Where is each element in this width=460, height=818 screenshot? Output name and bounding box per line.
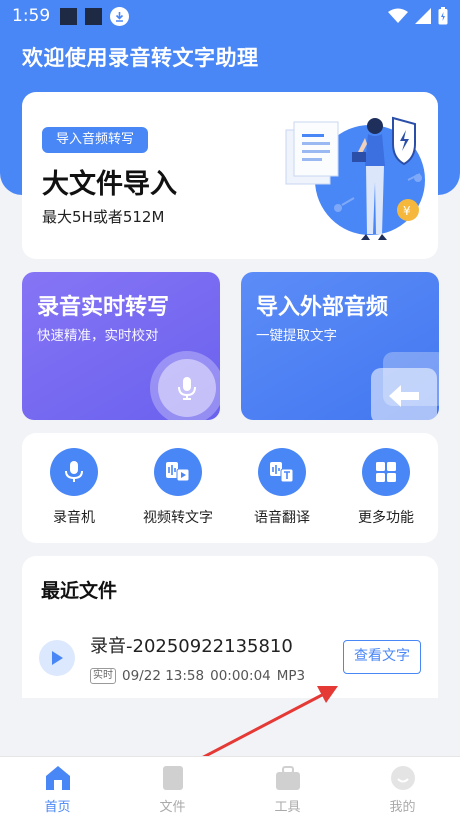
tab-label: 首页: [44, 800, 71, 815]
recent-files-title: 最近文件: [41, 580, 118, 602]
tools-panel: 录音机 视频转文字 语音翻译 更多功能: [22, 433, 438, 543]
tab-label: 文件: [159, 800, 186, 815]
voice-translate-icon: [258, 448, 306, 496]
tab-tools[interactable]: 工具: [230, 757, 345, 818]
tab-label: 工具: [274, 800, 301, 815]
import-external-subtitle: 一键提取文字: [256, 328, 337, 344]
recent-files-section: 最近文件 录音-20250922135810 实时 09/22 13:58 00…: [22, 556, 438, 698]
large-file-import-card[interactable]: 导入音频转写 大文件导入 最大5H或者512M ¥: [22, 92, 438, 259]
status-bar: 1:59: [0, 0, 460, 32]
import-audio-chip[interactable]: 导入音频转写: [42, 127, 149, 153]
file-meta: 实时 09/22 13:58 00:00:04 MP3: [90, 668, 305, 684]
toolbox-icon: [275, 766, 300, 790]
realtime-transcribe-subtitle: 快速精准，实时校对: [37, 328, 159, 344]
arrow-left-icon: [371, 368, 437, 420]
tab-home[interactable]: 首页: [0, 757, 115, 818]
woman-with-document-illustration: ¥: [285, 116, 425, 240]
tab-mine[interactable]: 我的: [345, 757, 460, 818]
realtime-badge: 实时: [90, 668, 116, 684]
file-duration: 00:00:04: [210, 668, 271, 684]
notification-icon: [85, 7, 103, 25]
app-title: 欢迎使用录音转文字助理: [22, 46, 259, 70]
tab-files[interactable]: 文件: [115, 757, 230, 818]
realtime-transcribe-title: 录音实时转写: [37, 295, 170, 320]
tool-label: 语音翻译: [254, 510, 310, 526]
realtime-transcribe-card[interactable]: 录音实时转写 快速精准，实时校对: [22, 272, 220, 420]
profile-icon: [390, 766, 415, 790]
download-icon: [110, 6, 130, 26]
import-card-subtitle: 最大5H或者512M: [42, 208, 165, 226]
home-icon: [45, 766, 70, 790]
tool-more[interactable]: 更多功能: [334, 433, 438, 543]
import-external-title: 导入外部音频: [256, 295, 389, 320]
svg-text:¥: ¥: [403, 204, 411, 218]
battery-icon: [438, 7, 448, 25]
import-card-title: 大文件导入: [42, 169, 177, 200]
mic-icon: [158, 359, 216, 417]
tool-video-to-text[interactable]: 视频转文字: [126, 433, 230, 543]
file-icon: [162, 766, 183, 790]
tool-label: 更多功能: [358, 510, 414, 526]
play-button[interactable]: [39, 640, 75, 676]
file-format: MP3: [276, 668, 306, 684]
tool-voice-translate[interactable]: 语音翻译: [230, 433, 334, 543]
signal-icon: [415, 8, 431, 24]
tool-label: 视频转文字: [143, 510, 213, 526]
view-text-button[interactable]: 查看文字: [343, 640, 421, 674]
file-name[interactable]: 录音-20250922135810: [90, 632, 293, 658]
video-to-text-icon: [154, 448, 202, 496]
wifi-icon: [388, 8, 408, 23]
notification-icon: [60, 7, 78, 25]
import-external-audio-card[interactable]: 导入外部音频 一键提取文字: [241, 272, 439, 420]
status-time: 1:59: [12, 6, 51, 26]
bottom-tab-bar: 首页 文件 工具 我的: [0, 756, 460, 818]
mic-icon: [50, 448, 98, 496]
file-date: 09/22 13:58: [122, 668, 205, 684]
tool-recorder[interactable]: 录音机: [22, 433, 126, 543]
grid-icon: [362, 448, 410, 496]
tool-label: 录音机: [53, 510, 95, 526]
tab-label: 我的: [389, 800, 416, 815]
